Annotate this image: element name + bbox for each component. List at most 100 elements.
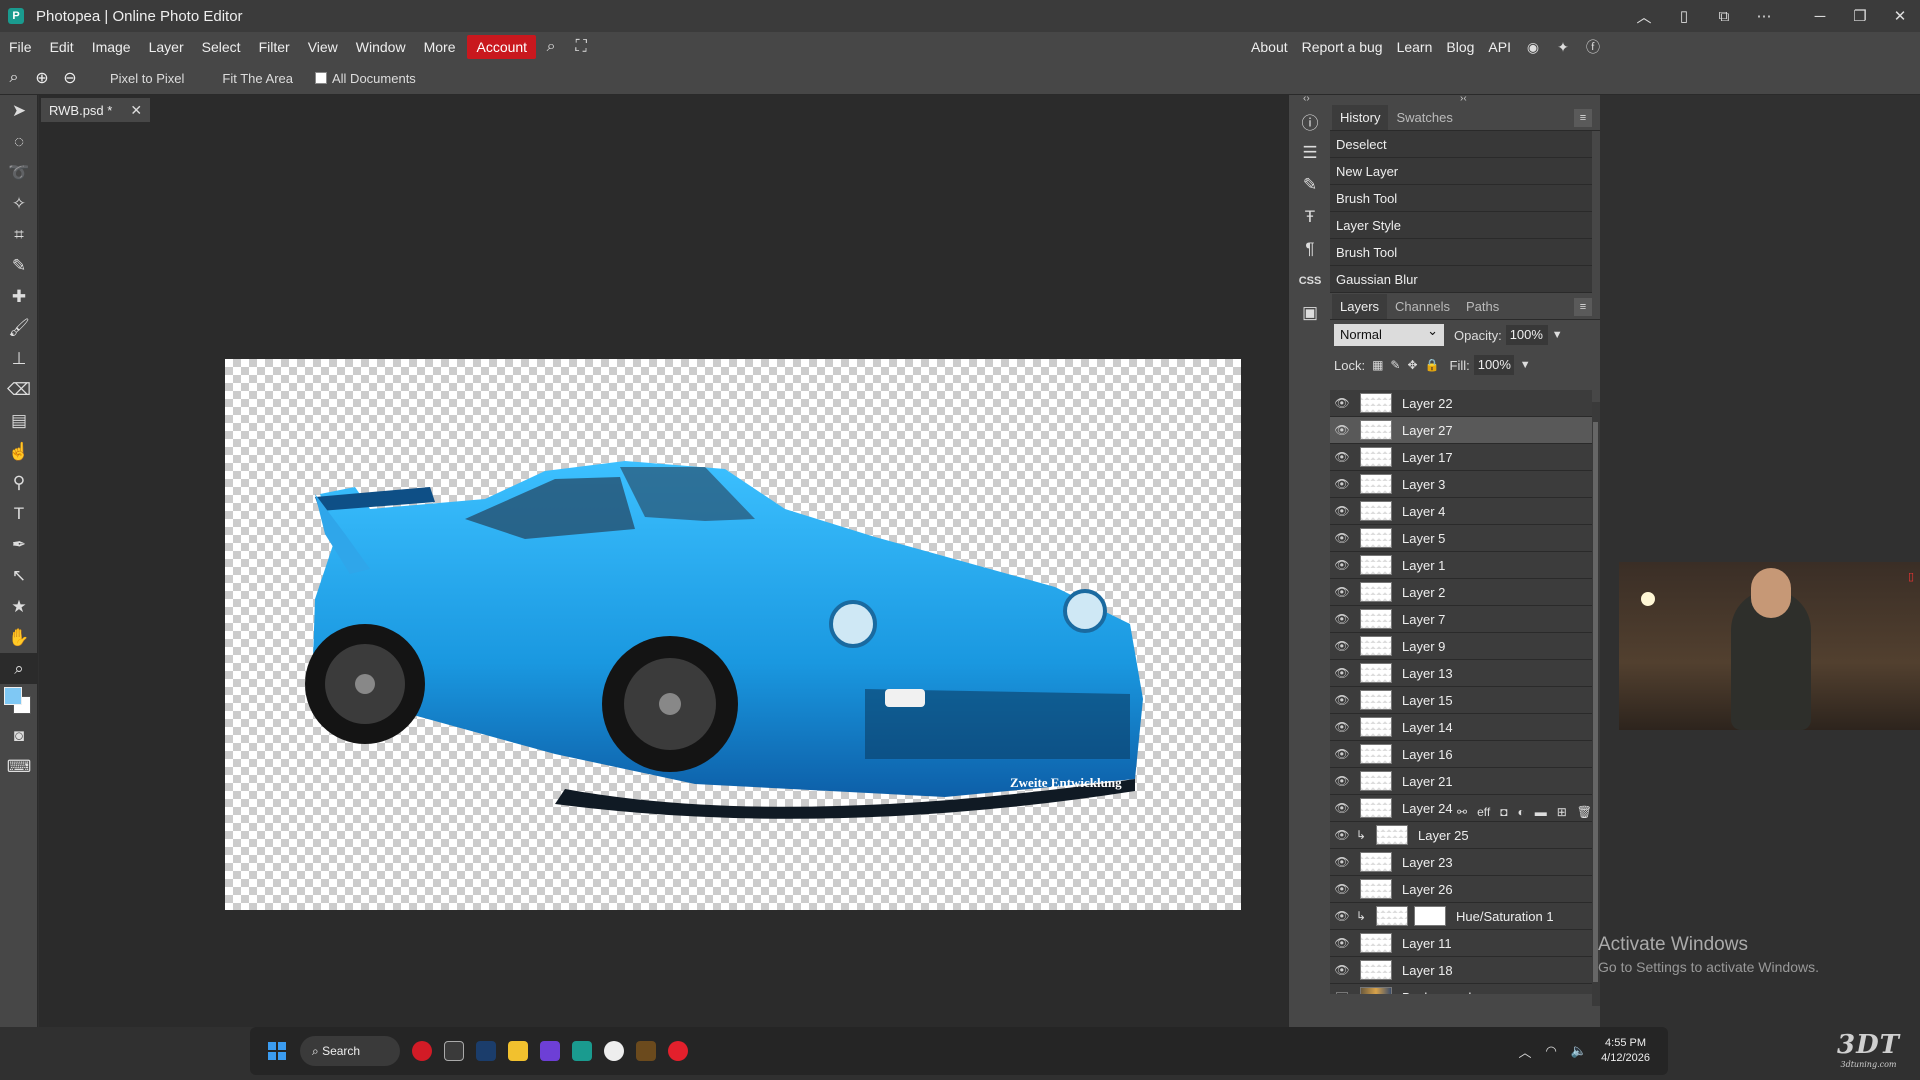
- color-swatches[interactable]: [0, 684, 38, 720]
- photopea-taskbar-icon[interactable]: [572, 1041, 592, 1061]
- history-item[interactable]: Gaussian Blur: [1330, 266, 1592, 293]
- menu-more[interactable]: More: [415, 35, 465, 59]
- history-item[interactable]: Layer Style: [1330, 212, 1592, 239]
- wifi-icon[interactable]: ◠: [1546, 1043, 1557, 1059]
- tab-swatches[interactable]: Swatches: [1388, 105, 1460, 130]
- layer-row[interactable]: 👁 Layer 16: [1330, 741, 1592, 768]
- reddit-icon[interactable]: ◉: [1518, 39, 1548, 56]
- clone-stamp-tool-icon[interactable]: ⊥: [0, 343, 38, 374]
- visibility-eye-icon[interactable]: 👁: [1330, 531, 1354, 545]
- history-item[interactable]: Deselect: [1330, 131, 1592, 158]
- visibility-eye-icon[interactable]: 👁: [1330, 828, 1354, 842]
- brush-tool-icon[interactable]: 🖌: [0, 312, 38, 343]
- character-icon[interactable]: Ŧ: [1289, 201, 1331, 233]
- lock-all-icon[interactable]: 🔒: [1425, 358, 1440, 372]
- layer-row[interactable]: 👁 Layer 23: [1330, 849, 1592, 876]
- menu-filter[interactable]: Filter: [250, 35, 299, 59]
- visibility-eye-icon[interactable]: 👁: [1330, 558, 1354, 572]
- hand-tool-icon[interactable]: ✋: [0, 622, 38, 653]
- menu-image[interactable]: Image: [83, 35, 140, 59]
- link-learn[interactable]: Learn: [1390, 35, 1440, 59]
- account-button[interactable]: Account: [467, 35, 537, 59]
- healing-brush-tool-icon[interactable]: ✚: [0, 281, 38, 312]
- move-tool-icon[interactable]: ➤: [0, 95, 38, 126]
- adjustments-icon[interactable]: ☰: [1289, 137, 1331, 169]
- history-item[interactable]: Brush Tool: [1330, 185, 1592, 212]
- fill-input[interactable]: 100%: [1473, 355, 1514, 375]
- tray-expand-icon[interactable]: ︿: [1519, 1042, 1532, 1061]
- smudge-tool-icon[interactable]: ☝: [0, 436, 38, 467]
- visibility-eye-icon[interactable]: 👁: [1330, 720, 1354, 734]
- lock-position-icon[interactable]: ✥: [1407, 358, 1417, 372]
- visibility-eye-icon[interactable]: 👁: [1330, 882, 1354, 896]
- menu-layer[interactable]: Layer: [140, 35, 193, 59]
- all-documents-checkbox[interactable]: All Documents: [315, 71, 416, 86]
- dodge-tool-icon[interactable]: ⚲: [0, 467, 38, 498]
- zoom-tool-icon[interactable]: ⌕: [0, 653, 38, 684]
- brush-settings-icon[interactable]: ✎: [1289, 169, 1331, 201]
- visibility-eye-icon[interactable]: 👁: [1330, 477, 1354, 491]
- gradient-tool-icon[interactable]: ▤: [0, 405, 38, 436]
- visibility-eye-icon[interactable]: 👁: [1330, 396, 1354, 410]
- file-icon[interactable]: ▯: [1664, 0, 1704, 32]
- zoom-in-icon[interactable]: ⊕: [28, 65, 56, 91]
- visibility-eye-icon[interactable]: 👁: [1330, 612, 1354, 626]
- visibility-eye-icon[interactable]: 👁: [1330, 909, 1354, 923]
- eraser-tool-icon[interactable]: ⌫: [0, 374, 38, 405]
- layer-row[interactable]: 👁 ↳ Layer 25: [1330, 822, 1592, 849]
- tab-paths[interactable]: Paths: [1458, 294, 1507, 319]
- visibility-eye-icon[interactable]: 👁: [1330, 450, 1354, 464]
- document-tab[interactable]: RWB.psd * ✕: [41, 98, 151, 122]
- layer-row[interactable]: 👁 Layer 18: [1330, 957, 1592, 984]
- collapse-icon[interactable]: ︿: [1624, 0, 1664, 32]
- visibility-eye-icon[interactable]: 👁: [1330, 504, 1354, 518]
- menu-edit[interactable]: Edit: [41, 35, 83, 59]
- more-icon[interactable]: ⋯: [1744, 0, 1784, 32]
- foreground-color-swatch[interactable]: [4, 687, 22, 705]
- layer-row[interactable]: 👁 Layer 26: [1330, 876, 1592, 903]
- menu-select[interactable]: Select: [193, 35, 250, 59]
- menu-window[interactable]: Window: [347, 35, 415, 59]
- visibility-eye-icon[interactable]: [1330, 990, 1354, 994]
- visibility-eye-icon[interactable]: 👁: [1330, 639, 1354, 653]
- layer-row[interactable]: 👁 Layer 9: [1330, 633, 1592, 660]
- close-document-icon[interactable]: ✕: [130, 102, 142, 119]
- opacity-input[interactable]: 100%: [1505, 325, 1548, 345]
- layer-row[interactable]: 👁 Layer 13: [1330, 660, 1592, 687]
- link-api[interactable]: API: [1481, 35, 1518, 59]
- visibility-eye-icon[interactable]: 👁: [1330, 936, 1354, 950]
- new-layer-icon[interactable]: ⊞: [1557, 805, 1567, 819]
- keyboard-icon[interactable]: ⌨: [0, 751, 38, 782]
- tab-channels[interactable]: Channels: [1387, 294, 1458, 319]
- magic-wand-tool-icon[interactable]: ✧: [0, 188, 38, 219]
- app-icon[interactable]: [540, 1041, 560, 1061]
- minimize-button[interactable]: ─: [1800, 0, 1840, 32]
- sidebar-icon[interactable]: ⧉: [1704, 0, 1744, 32]
- layers-scrollbar[interactable]: [1592, 402, 1600, 1006]
- layer-row[interactable]: 👁 Layer 3: [1330, 471, 1592, 498]
- history-menu-icon[interactable]: ≡: [1574, 109, 1592, 127]
- layers-menu-icon[interactable]: ≡: [1574, 298, 1592, 316]
- shape-tool-icon[interactable]: ★: [0, 591, 38, 622]
- pixel-to-pixel-button[interactable]: Pixel to Pixel: [98, 67, 196, 90]
- fullscreen-icon[interactable]: ⛶: [566, 35, 596, 59]
- volume-icon[interactable]: 🔈: [1571, 1043, 1587, 1059]
- layer-row[interactable]: 👁 ↳ Hue/Saturation 1: [1330, 903, 1592, 930]
- layer-row[interactable]: 👁 Layer 4: [1330, 498, 1592, 525]
- layer-row[interactable]: 👁 Layer 21: [1330, 768, 1592, 795]
- visibility-eye-icon[interactable]: 👁: [1330, 423, 1354, 437]
- layer-row[interactable]: 👁 Layer 1: [1330, 552, 1592, 579]
- new-group-icon[interactable]: ▬: [1535, 805, 1547, 819]
- visibility-eye-icon[interactable]: 👁: [1330, 774, 1354, 788]
- image-panel-icon[interactable]: ▣: [1289, 297, 1331, 329]
- browser-icon[interactable]: [604, 1041, 624, 1061]
- menu-file[interactable]: File: [0, 35, 41, 59]
- blend-mode-select[interactable]: Normal: [1334, 323, 1444, 346]
- add-mask-icon[interactable]: ◘: [1500, 805, 1507, 819]
- close-window-button[interactable]: ✕: [1880, 0, 1920, 32]
- crop-tool-icon[interactable]: ⌗: [0, 219, 38, 250]
- link-report-bug[interactable]: Report a bug: [1295, 35, 1390, 59]
- search-icon[interactable]: ⌕: [536, 35, 566, 59]
- opacity-dropdown-icon[interactable]: ▼: [1552, 329, 1563, 341]
- visibility-eye-icon[interactable]: 👁: [1330, 963, 1354, 977]
